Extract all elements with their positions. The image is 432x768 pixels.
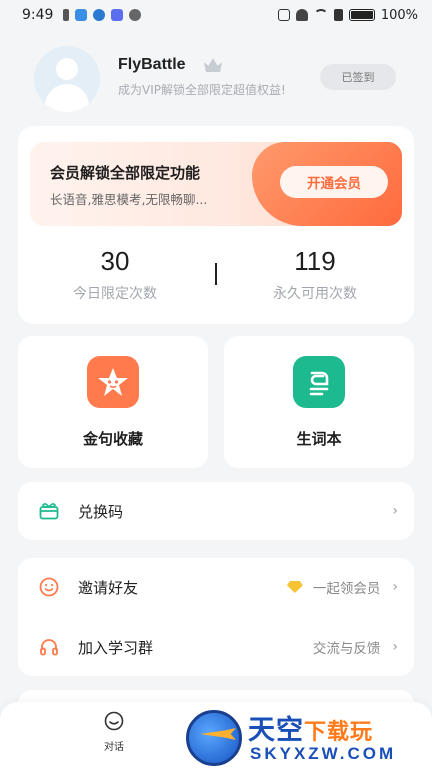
- stat-permanent-label: 永久可用次数: [273, 286, 357, 302]
- chevron-right-icon: ›: [392, 639, 398, 655]
- stat-divider: [215, 263, 217, 285]
- stat-daily-value: 30: [100, 246, 130, 276]
- redeem-card: 兑换码 ›: [18, 482, 414, 540]
- shield-app-icon: [75, 9, 88, 21]
- nfc-icon: [277, 9, 290, 21]
- group-row[interactable]: 加入学习群 交流与反馈 ›: [18, 618, 414, 676]
- bot-app-icon: [111, 9, 124, 21]
- group-right-text: 交流与反馈: [312, 641, 381, 657]
- tile-favorites[interactable]: 金句收藏: [18, 336, 208, 468]
- watermark-title: 天空下载玩: [248, 708, 373, 747]
- status-bar: 9:49 100%: [0, 0, 432, 30]
- wechat-icon: [129, 9, 142, 21]
- invite-row[interactable]: 邀请好友 一起领会员 ›: [18, 558, 414, 616]
- crown-icon: [204, 58, 222, 72]
- tab-chat-label: 对话: [104, 742, 124, 753]
- signin-button[interactable]: 已签到: [320, 64, 396, 90]
- status-right: 100%: [277, 7, 418, 23]
- avatar-head-icon: [56, 58, 78, 80]
- gift-icon: [38, 500, 60, 522]
- vip-title: 会员解锁全部限定功能: [50, 164, 201, 182]
- wifi-icon: [313, 9, 328, 21]
- mute-bell-icon: [295, 9, 308, 21]
- avatar[interactable]: [34, 46, 100, 112]
- group-right: 交流与反馈 ›: [313, 637, 398, 657]
- profile-subtitle: 成为VIP解锁全部限定超值权益!: [118, 83, 286, 97]
- avatar-body-icon: [45, 84, 89, 112]
- battery-fill: [350, 11, 373, 19]
- sim-icon: [333, 9, 343, 21]
- tile-favorites-label: 金句收藏: [82, 430, 143, 448]
- smile-icon: [38, 576, 60, 598]
- username: FlyBattle: [118, 56, 186, 73]
- chevron-right-icon: ›: [392, 579, 398, 595]
- redeem-row[interactable]: 兑换码 ›: [18, 482, 414, 540]
- watermark-title-a: 天空: [248, 715, 304, 746]
- watermark-subtitle: SKYXZW.COM: [250, 744, 397, 763]
- star-icon: [87, 356, 139, 408]
- vip-card: 会员解锁全部限定功能 长语音,雅思模考,无限畅聊... 开通会员 30 今日限定…: [18, 126, 414, 324]
- vip-banner[interactable]: 会员解锁全部限定功能 长语音,雅思模考,无限畅聊... 开通会员: [30, 142, 402, 226]
- status-time: 9:49: [22, 7, 54, 23]
- battery-icon: [348, 9, 375, 21]
- notebook-icon: [293, 356, 345, 408]
- invite-label: 邀请好友: [78, 578, 139, 597]
- stat-daily-label: 今日限定次数: [73, 286, 157, 302]
- redeem-right: ›: [386, 503, 398, 519]
- open-vip-button[interactable]: 开通会员: [280, 166, 388, 198]
- watermark-logo: 天空下载玩 SKYXZW.COM: [186, 706, 432, 768]
- diamond-icon: [286, 581, 303, 593]
- stat-permanent: 119 永久可用次数: [220, 246, 410, 303]
- tile-vocabulary[interactable]: 生词本: [224, 336, 414, 468]
- redeem-label: 兑换码: [78, 502, 124, 521]
- invite-right: 一起领会员 ›: [286, 577, 398, 597]
- usb-icon: [63, 9, 70, 21]
- bird-app-icon: [93, 9, 106, 21]
- status-left: 9:49: [22, 7, 142, 23]
- stat-daily: 30 今日限定次数: [20, 246, 210, 303]
- stat-permanent-value: 119: [294, 246, 336, 276]
- social-card: 邀请好友 一起领会员 › 加入学习群 交流与反馈 ›: [18, 558, 414, 676]
- vip-description: 长语音,雅思模考,无限畅聊...: [50, 192, 208, 207]
- tile-vocabulary-label: 生词本: [296, 430, 342, 448]
- chat-smile-icon: [104, 711, 124, 731]
- profile-header: FlyBattle 成为VIP解锁全部限定超值权益! 已签到: [0, 38, 432, 118]
- group-label: 加入学习群: [78, 638, 154, 657]
- chevron-right-icon: ›: [392, 503, 398, 519]
- watermark-title-b: 下载玩: [304, 720, 374, 745]
- headphones-icon: [38, 636, 60, 658]
- battery-percent: 100%: [380, 7, 418, 23]
- invite-right-text: 一起领会员: [312, 581, 381, 597]
- tab-chat[interactable]: 对话: [86, 710, 142, 753]
